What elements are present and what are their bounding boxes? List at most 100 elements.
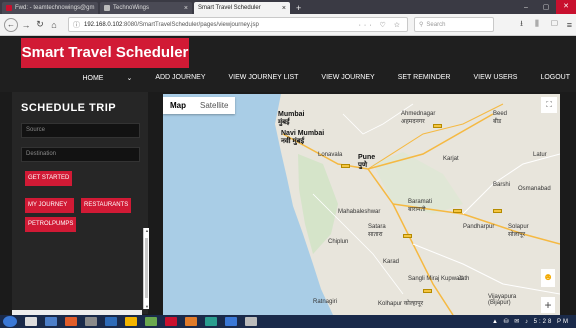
vertical-scrollbar[interactable]: ▲ ▼ [143,228,149,309]
map-label-solapur: Solapur सोलापूर [508,224,529,238]
map-label-jath: Jath [458,276,470,282]
map-label-osmanabad: Osmanabad [518,186,551,192]
map-label-beed: Beed बीड [493,111,508,125]
new-tab-button[interactable]: + [290,2,307,14]
scroll-down-icon[interactable]: ▼ [144,304,150,309]
fullscreen-icon[interactable]: ⛶ [541,97,557,113]
forward-arrow-icon[interactable]: → [20,20,32,30]
map-type-satellite[interactable]: Satellite [193,97,235,114]
home-icon[interactable]: ⌂ [48,20,60,30]
highway-shield-icon [493,209,502,213]
taskbar-app-icon[interactable] [185,317,197,326]
browser-tab-technowings[interactable]: TechnoWings × [100,2,192,14]
page-actions-icons[interactable]: ··· ♡ ☆ [359,21,403,29]
address-bar[interactable]: ⓘ 192.168.0.102 :8080/SmartTravelSchedul… [68,17,408,32]
scroll-up-icon[interactable]: ▲ [144,228,150,233]
nav-view-journey-list[interactable]: VIEW JOURNEY LIST [229,74,299,82]
window-controls: – ▢ ✕ [516,0,576,14]
street-view-pegman-icon[interactable]: ☻ [541,269,555,287]
get-started-button[interactable]: GET STARTED [25,171,73,186]
system-tray[interactable]: ▲ ⛁ ✉ ♪ 5:28 PM [492,318,576,325]
map-label-ahmednagar: Ahmednagar अहमदनगर [401,111,436,125]
url-path: :8080/SmartTravelScheduler/pages/viewjou… [122,21,259,28]
google-map[interactable]: Map Satellite ⛶ Mumbai मुंबई Navi Mumbai न… [163,94,560,315]
taskbar-app-icon[interactable] [245,317,257,326]
map-label-navi-mumbai: Navi Mumbai नवी मुंबई [281,130,325,145]
map-label-sangli: Sangli Miraj Kupwad [408,276,463,282]
page-icon [104,5,110,11]
petrolpumps-button[interactable]: PETROLPUMPS [25,217,77,232]
taskbar-app-icon[interactable] [225,317,237,326]
taskbar-app-icon[interactable] [105,317,117,326]
taskbar-app-icon[interactable] [205,317,217,326]
taskbar-app-icon[interactable] [25,317,37,326]
back-arrow-icon[interactable]: ← [4,17,18,32]
url-host: 192.168.0.102 [84,21,123,28]
tab-label: Fwd: - teamtechnowings@gm [15,5,95,11]
map-label-karjat: Karjat [443,156,459,162]
taskbar-app-icon[interactable] [165,317,177,326]
nav-view-journey[interactable]: VIEW JOURNEY [321,74,374,82]
browser-toolbar: ← → ↻ ⌂ ⓘ 192.168.0.102 :8080/SmartTrave… [0,14,576,36]
gmail-icon [6,5,12,11]
taskbar-app-icon[interactable] [145,317,157,326]
destination-input[interactable]: Destination [21,147,140,162]
nav-add-journey[interactable]: ADD JOURNEY [155,74,205,82]
taskbar-app-icon[interactable] [65,317,77,326]
taskbar-app-icon[interactable] [45,317,57,326]
menu-icon[interactable]: ≡ [567,20,572,30]
map-label-baramati: Baramati बारामती [408,199,433,213]
map-label-pandharpur: Pandharpur [463,224,495,230]
map-label-satara: Satara सातारा [368,224,386,238]
window-close-icon[interactable]: ✕ [556,0,576,14]
maximize-icon[interactable]: ▢ [536,3,556,11]
scroll-thumb[interactable] [145,238,148,298]
map-label-mahabaleshwar: Mahabaleshwar [338,209,381,215]
restaurants-button[interactable]: RESTAURANTS [81,198,132,213]
map-type-map[interactable]: Map [163,97,193,114]
map-label-kolhapur: Kolhapur कोल्हापूर [378,301,424,307]
highway-shield-icon [423,289,432,293]
map-type-control: Map Satellite [163,97,236,114]
zoom-in-button[interactable]: + [541,297,555,313]
panel-title: SCHEDULE TRIP [21,102,117,114]
highway-shield-icon [453,209,462,213]
browser-search-input[interactable]: ⚲ Search [414,17,494,32]
source-input[interactable]: Source [21,123,140,138]
map-label-vijayapura: Vijayapura (Bijapur) [488,294,517,306]
nav-set-reminder[interactable]: SET REMINDER [398,74,451,82]
my-journey-button[interactable]: MY JOURNEY [25,198,74,213]
start-icon[interactable] [3,316,17,327]
main-nav: HOME ⌄ ADD JOURNEY VIEW JOURNEY LIST VIEW… [36,74,570,82]
taskbar-app-icon[interactable] [125,317,137,326]
highway-shield-icon [341,164,350,168]
map-label-barshi: Barshi [493,182,511,188]
tab-label: TechnoWings [113,5,150,11]
brand-title: Smart Travel Scheduler [21,38,189,68]
map-label-pune: Pune पुणे [358,154,376,169]
tab-label: Smart Travel Scheduler [198,5,261,11]
toolbar-icons[interactable]: ⭳ ⫼ ▢ [520,18,563,32]
minimize-icon[interactable]: – [516,4,536,11]
browser-tab-smart-travel[interactable]: Smart Travel Scheduler × [194,2,290,14]
map-label-karad: Karad [383,259,400,265]
os-taskbar: ▲ ⛁ ✉ ♪ 5:28 PM [0,315,576,328]
search-placeholder: Search [426,21,446,28]
close-tab-icon[interactable]: × [94,5,98,12]
nav-home[interactable]: HOME ⌄ [59,74,132,82]
close-tab-icon[interactable]: × [276,5,286,12]
map-label-ratnagiri: Ratnagiri [313,299,338,305]
search-icon: ⚲ [419,22,424,28]
browser-tab-gmail[interactable]: Fwd: - teamtechnowings@gm × [2,2,98,14]
reload-icon[interactable]: ↻ [34,19,46,30]
taskbar-app-icon[interactable] [85,317,97,326]
nav-logout[interactable]: LOGOUT [540,74,570,82]
browser-tab-strip: Fwd: - teamtechnowings@gm × TechnoWings … [0,0,576,14]
nav-view-users[interactable]: VIEW USERS [473,74,517,82]
map-label-lonavala: Lonavala [318,152,343,158]
site-info-icon[interactable]: ⓘ [73,20,80,30]
schedule-trip-panel: SCHEDULE TRIP Source Destination GET STA… [12,92,149,314]
close-tab-icon[interactable]: × [178,5,188,12]
chevron-down-icon: ⌄ [126,75,133,82]
highway-shield-icon [403,234,412,238]
